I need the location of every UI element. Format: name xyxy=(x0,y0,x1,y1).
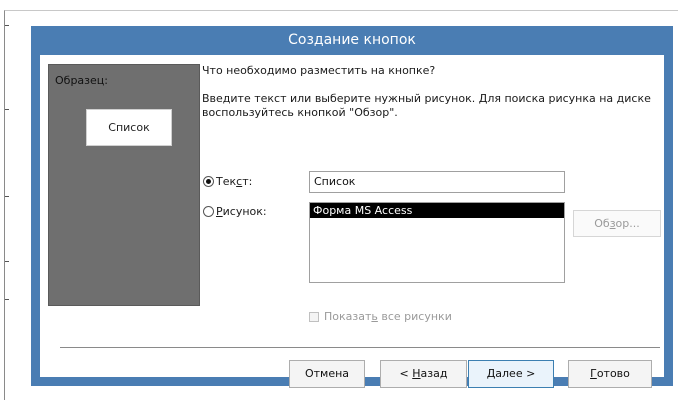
footer-divider xyxy=(60,347,660,348)
button-wizard-dialog: Создание кнопок Образец: Список Что необ… xyxy=(31,26,673,388)
show-all-pictures-checkbox[interactable]: Показать все рисунки xyxy=(309,310,452,323)
dialog-title: Создание кнопок xyxy=(288,32,416,48)
picture-option-label: Рисунок: xyxy=(216,205,267,218)
question-text: Что необходимо разместить на кнопке? xyxy=(202,64,436,77)
frame-tick xyxy=(5,196,9,197)
list-item[interactable]: Форма MS Access xyxy=(310,203,564,218)
sample-panel: Образец: Список xyxy=(48,64,200,306)
radio-unchecked-icon xyxy=(203,206,214,217)
instruction-text: Введите текст или выберите нужный рисуно… xyxy=(202,92,651,119)
frame-tick xyxy=(5,299,9,300)
show-all-label: Показать все рисунки xyxy=(324,310,452,323)
next-button[interactable]: Далее > xyxy=(468,360,554,388)
button-text-input[interactable]: Список xyxy=(309,171,565,193)
picture-listbox[interactable]: Форма MS Access xyxy=(309,202,565,283)
text-option-label: Текст: xyxy=(216,175,253,188)
cancel-button[interactable]: Отмена xyxy=(289,360,365,388)
radio-checked-icon xyxy=(203,176,214,187)
sample-preview-button: Список xyxy=(86,109,172,146)
back-button[interactable]: < Назад xyxy=(380,360,467,388)
browse-button[interactable]: Обзор... xyxy=(573,210,661,237)
frame-tick xyxy=(5,261,9,262)
frame-tick xyxy=(5,25,9,26)
finish-button[interactable]: Готово xyxy=(568,360,652,388)
checkbox-box xyxy=(309,311,319,322)
sample-caption: Образец: xyxy=(55,74,108,87)
text-option-radio[interactable]: Текст: xyxy=(203,175,252,188)
picture-option-radio[interactable]: Рисунок: xyxy=(203,205,267,218)
dialog-client-area: Образец: Список Что необходимо разместит… xyxy=(40,55,664,388)
frame-tick xyxy=(5,109,9,110)
